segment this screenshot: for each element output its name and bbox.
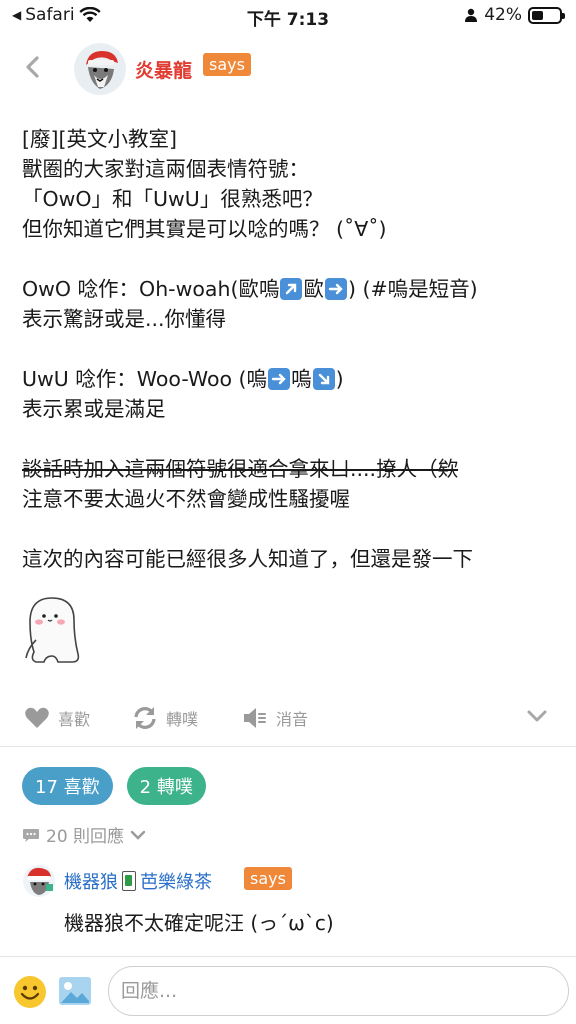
strikethrough-text: 談話時加入這兩個符號很適合拿來ㄩ....撩人（欸 (22, 457, 459, 481)
arrow-right-icon (324, 278, 347, 300)
person-icon (465, 8, 478, 22)
post-content: [廢][英文小教室] 獸圈的大家對這兩個表情符號： 「OwO」和「UwU」很熟悉… (22, 124, 562, 574)
arrow-down-right-icon (312, 368, 335, 390)
closing-text: 這次的內容可能已經很多人知道了，但還是發一下 (22, 547, 473, 571)
refresh-icon (134, 707, 156, 729)
emoticon-button[interactable] (13, 975, 47, 1009)
section-divider (0, 746, 576, 747)
smiley-icon (14, 976, 46, 1008)
reply-author[interactable]: 機器狼 芭樂綠茶 (64, 868, 212, 894)
chevron-down-icon (527, 710, 547, 722)
stats-pills: 17 喜歡 2 轉噗 (22, 767, 206, 805)
flirt-paragraph: 談話時加入這兩個符號很適合拿來ㄩ....撩人（欸 注意不要太過火不然會變成性騷擾… (22, 457, 459, 511)
author-avatar[interactable] (74, 43, 126, 95)
image-icon (59, 977, 91, 1005)
back-button[interactable] (18, 50, 48, 84)
owo-paragraph: OwO 唸作：Oh-woah(歐嗚歐) (#嗚是短音) 表示驚訝或是...你懂得 (22, 277, 478, 331)
heart-icon (25, 707, 49, 728)
ghost-sticker-image (22, 592, 84, 666)
reply-composer (0, 956, 576, 1024)
like-button[interactable]: 喜歡 (24, 706, 90, 730)
mahjong-icon (122, 871, 136, 891)
battery-icon (528, 6, 565, 24)
image-upload-button[interactable] (58, 974, 92, 1008)
chevron-down-icon (130, 830, 146, 840)
speech-bubble-icon (23, 828, 39, 842)
post-intro: [廢][英文小教室] 獸圈的大家對這兩個表情符號： 「OwO」和「UwU」很熟悉… (22, 127, 387, 241)
says-badge: says (203, 53, 251, 76)
reply-says-badge: says (244, 867, 292, 890)
speaker-mute-icon (244, 708, 266, 728)
status-bar: ◀ Safari 下午 7:13 42% (0, 0, 576, 34)
repost-button[interactable]: 轉噗 (132, 706, 198, 730)
more-options-button[interactable] (526, 708, 548, 724)
author-name[interactable]: 炎暴龍 (135, 56, 192, 83)
post-actions: 喜歡 轉噗 消音 (0, 700, 576, 736)
battery-percent: 42% (484, 5, 522, 25)
arrow-right-icon (268, 368, 291, 390)
uwu-paragraph: UwU 唸作：Woo-Woo (嗚嗚) 表示累或是滿足 (22, 367, 344, 421)
mute-button[interactable]: 消音 (242, 706, 308, 730)
arrow-up-right-icon (280, 278, 303, 300)
reply-avatar[interactable] (22, 864, 56, 898)
reply-input[interactable] (108, 966, 569, 1016)
replies-count: 20 則回應 (46, 827, 125, 847)
post-header: 炎暴龍 says (0, 34, 576, 104)
reply-text: 機器狼不太確定呢汪 (っ´ω`c) (64, 911, 334, 935)
replies-toggle[interactable]: 20 則回應 (22, 822, 146, 847)
reposts-count-pill[interactable]: 2 轉噗 (126, 767, 206, 805)
likes-count-pill[interactable]: 17 喜歡 (22, 767, 113, 805)
chevron-left-icon (26, 56, 39, 78)
